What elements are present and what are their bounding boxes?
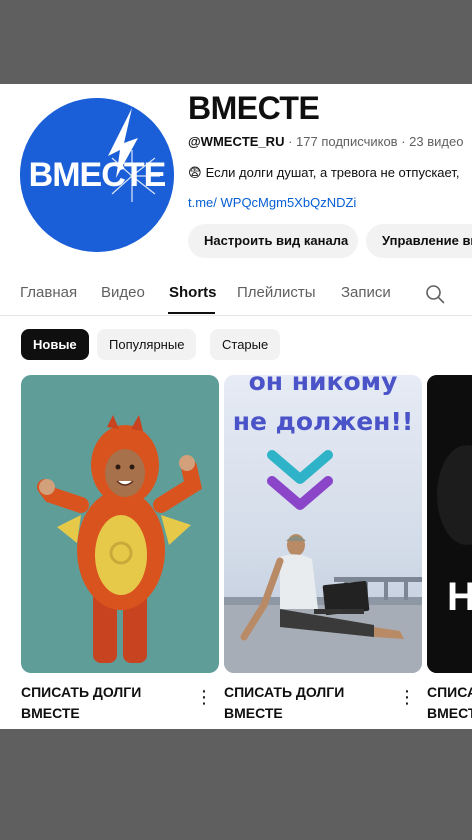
short-thumbnail[interactable]: Н [427, 375, 472, 673]
channel-tabs: Главная Видео Shorts Плейлисты Записи [0, 272, 472, 316]
more-options-icon[interactable]: ⋮ [398, 687, 416, 707]
child-costume-thumbnail-image [21, 375, 219, 673]
channel-link[interactable]: t.me/ WPQcMgm5XbQzNDZi [188, 195, 356, 210]
thumbnail-overlay-text: он никому [248, 375, 398, 396]
dark-thumbnail-image [427, 375, 472, 673]
video-count: 23 видео [409, 134, 464, 149]
short-title[interactable]: СПИСАТЬ ДОЛГИ ВМЕСТЕ [427, 682, 472, 724]
fearful-face-icon: 😨 [188, 165, 202, 180]
description-text: Если долги душат, а тревога не отпускает… [205, 165, 460, 180]
short-card[interactable]: СПИСАТЬ ДОЛГИ ВМЕСТЕ ⋮ [21, 375, 219, 721]
short-title[interactable]: СПИСАТЬ ДОЛГИ ВМЕСТЕ [21, 682, 189, 724]
thumbnail-overlay-text: Н [447, 575, 472, 619]
thumbnail-overlay-text: не должен!! [232, 407, 414, 436]
channel-avatar[interactable]: ВМЕСТЕ [20, 98, 174, 252]
chip-oldest[interactable]: Старые [210, 329, 281, 360]
meta-separator: · [401, 134, 406, 149]
channel-page: ВМЕСТЕ ВМЕСТЕ @WMECTE_RU · 177 подписчик… [0, 84, 472, 729]
short-thumbnail[interactable]: он никому не должен!! [224, 375, 422, 673]
channel-description[interactable]: 😨 Если долги душат, а тревога не отпускае… [188, 165, 459, 181]
avatar-logo-text: ВМЕСТЕ [28, 156, 167, 194]
channel-handle: @WMECTE_RU [188, 134, 285, 149]
short-card[interactable]: Н СПИСАТЬ ДОЛГИ ВМЕСТЕ [427, 375, 472, 721]
meta-separator: · [288, 134, 293, 149]
tab-home[interactable]: Главная [20, 284, 77, 301]
channel-meta: @WMECTE_RU · 177 подписчиков · 23 видео [188, 134, 463, 149]
channel-title: ВМЕСТЕ [188, 90, 320, 126]
short-card[interactable]: он никому не должен!! СПИСАТЬ ДОЛГИ ВМЕС… [224, 375, 422, 721]
tab-videos[interactable]: Видео [101, 284, 145, 301]
active-tab-indicator [168, 312, 215, 314]
more-options-icon[interactable]: ⋮ [195, 687, 213, 707]
tab-posts[interactable]: Записи [341, 284, 391, 301]
short-title[interactable]: СПИСАТЬ ДОЛГИ ВМЕСТЕ [224, 682, 392, 724]
customize-channel-button[interactable]: Настроить вид канала [188, 224, 358, 258]
chip-popular[interactable]: Популярные [97, 329, 197, 360]
tab-shorts[interactable]: Shorts [169, 284, 217, 301]
subscriber-count: 177 подписчиков [296, 134, 398, 149]
chip-newest[interactable]: Новые [21, 329, 89, 360]
manage-videos-button[interactable]: Управление видео [366, 224, 472, 258]
search-icon[interactable] [424, 283, 446, 305]
tab-playlists[interactable]: Плейлисты [237, 284, 316, 301]
short-thumbnail[interactable] [21, 375, 219, 673]
